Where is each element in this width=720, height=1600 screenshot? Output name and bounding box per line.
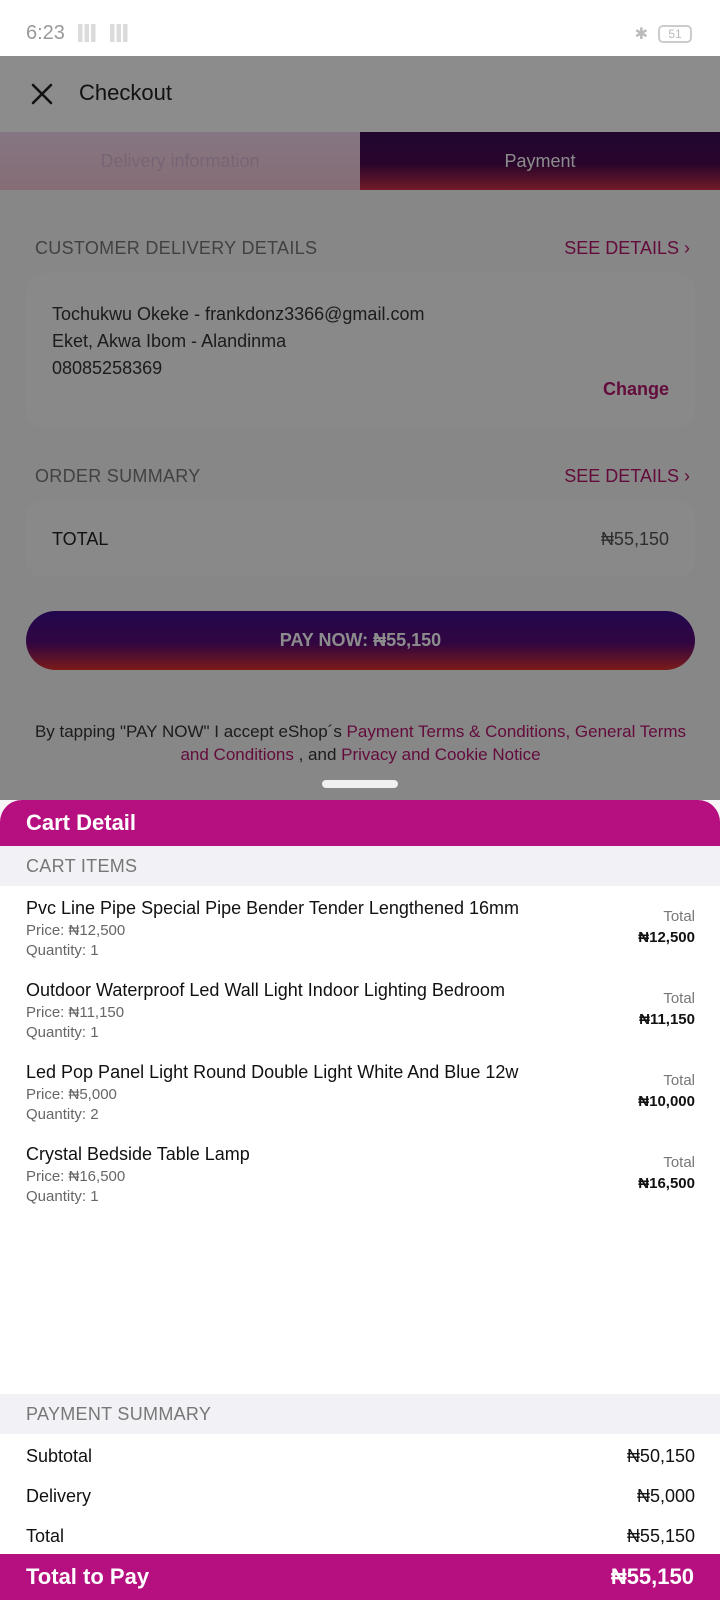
total-row: Total ₦55,150: [26, 1526, 695, 1547]
total-to-pay-value: ₦55,150: [610, 1564, 694, 1589]
total-value: ₦55,150: [626, 1526, 695, 1546]
delivery-label: Delivery: [26, 1486, 92, 1506]
signal-icon: [78, 24, 132, 42]
cart-item-name: Pvc Line Pipe Special Pipe Bender Tender…: [26, 898, 519, 918]
cart-item-name: Led Pop Panel Light Round Double Light W…: [26, 1062, 519, 1082]
cart-item-price: Price: ₦11,150: [26, 1004, 125, 1021]
cart-item-name: Crystal Bedside Table Lamp: [26, 1144, 250, 1164]
battery-icon: 51: [658, 25, 692, 43]
cart-item-quantity: Quantity: 1: [26, 942, 99, 959]
subtotal-value: ₦50,150: [626, 1446, 695, 1466]
cart-item: Crystal Bedside Table Lamp Price: ₦16,50…: [26, 1144, 695, 1226]
cart-item-quantity: Quantity: 1: [26, 1024, 99, 1041]
cart-item: Led Pop Panel Light Round Double Light W…: [26, 1062, 695, 1144]
bluetooth-icon: ✱: [634, 26, 648, 43]
cart-item-total-label: Total: [663, 1154, 695, 1171]
cart-item: Outdoor Waterproof Led Wall Light Indoor…: [26, 980, 695, 1062]
total-label: Total: [26, 1526, 65, 1546]
cart-item-price: Price: ₦5,000: [26, 1086, 117, 1103]
cart-item-price: Price: ₦16,500: [26, 1168, 126, 1185]
cart-item-total: ₦11,150: [639, 1011, 695, 1028]
cart-item-total: ₦12,500: [638, 929, 695, 946]
cart-item-total-label: Total: [663, 1072, 695, 1089]
cart-detail-title: Cart Detail: [0, 800, 720, 846]
cart-item-total-label: Total: [663, 908, 695, 925]
subtotal-row: Subtotal ₦50,150: [26, 1446, 695, 1467]
delivery-row: Delivery ₦5,000: [26, 1486, 695, 1507]
total-to-pay-bar: Total to Pay ₦55,150: [0, 1554, 720, 1600]
status-time: 6:23: [26, 22, 65, 44]
status-bar: 6:23 ✱ 51: [0, 0, 720, 56]
cart-item-total: ₦10,000: [638, 1093, 695, 1110]
cart-item-quantity: Quantity: 1: [26, 1188, 99, 1205]
sheet-drag-handle[interactable]: [322, 780, 398, 788]
total-to-pay-label: Total to Pay: [26, 1564, 150, 1589]
cart-item-total-label: Total: [663, 990, 695, 1007]
cart-item-quantity: Quantity: 2: [26, 1106, 99, 1123]
cart-items-label: CART ITEMS: [0, 846, 720, 886]
delivery-value: ₦5,000: [636, 1486, 695, 1506]
cart-item: Pvc Line Pipe Special Pipe Bender Tender…: [26, 898, 695, 980]
cart-item-price: Price: ₦12,500: [26, 922, 126, 939]
modal-backdrop[interactable]: [0, 56, 720, 800]
cart-item-name: Outdoor Waterproof Led Wall Light Indoor…: [26, 980, 505, 1000]
cart-item-total: ₦16,500: [638, 1175, 695, 1192]
cart-detail-sheet: Cart Detail CART ITEMS Pvc Line Pipe Spe…: [0, 800, 720, 1600]
payment-summary-label: PAYMENT SUMMARY: [0, 1394, 720, 1434]
subtotal-label: Subtotal: [26, 1446, 93, 1466]
